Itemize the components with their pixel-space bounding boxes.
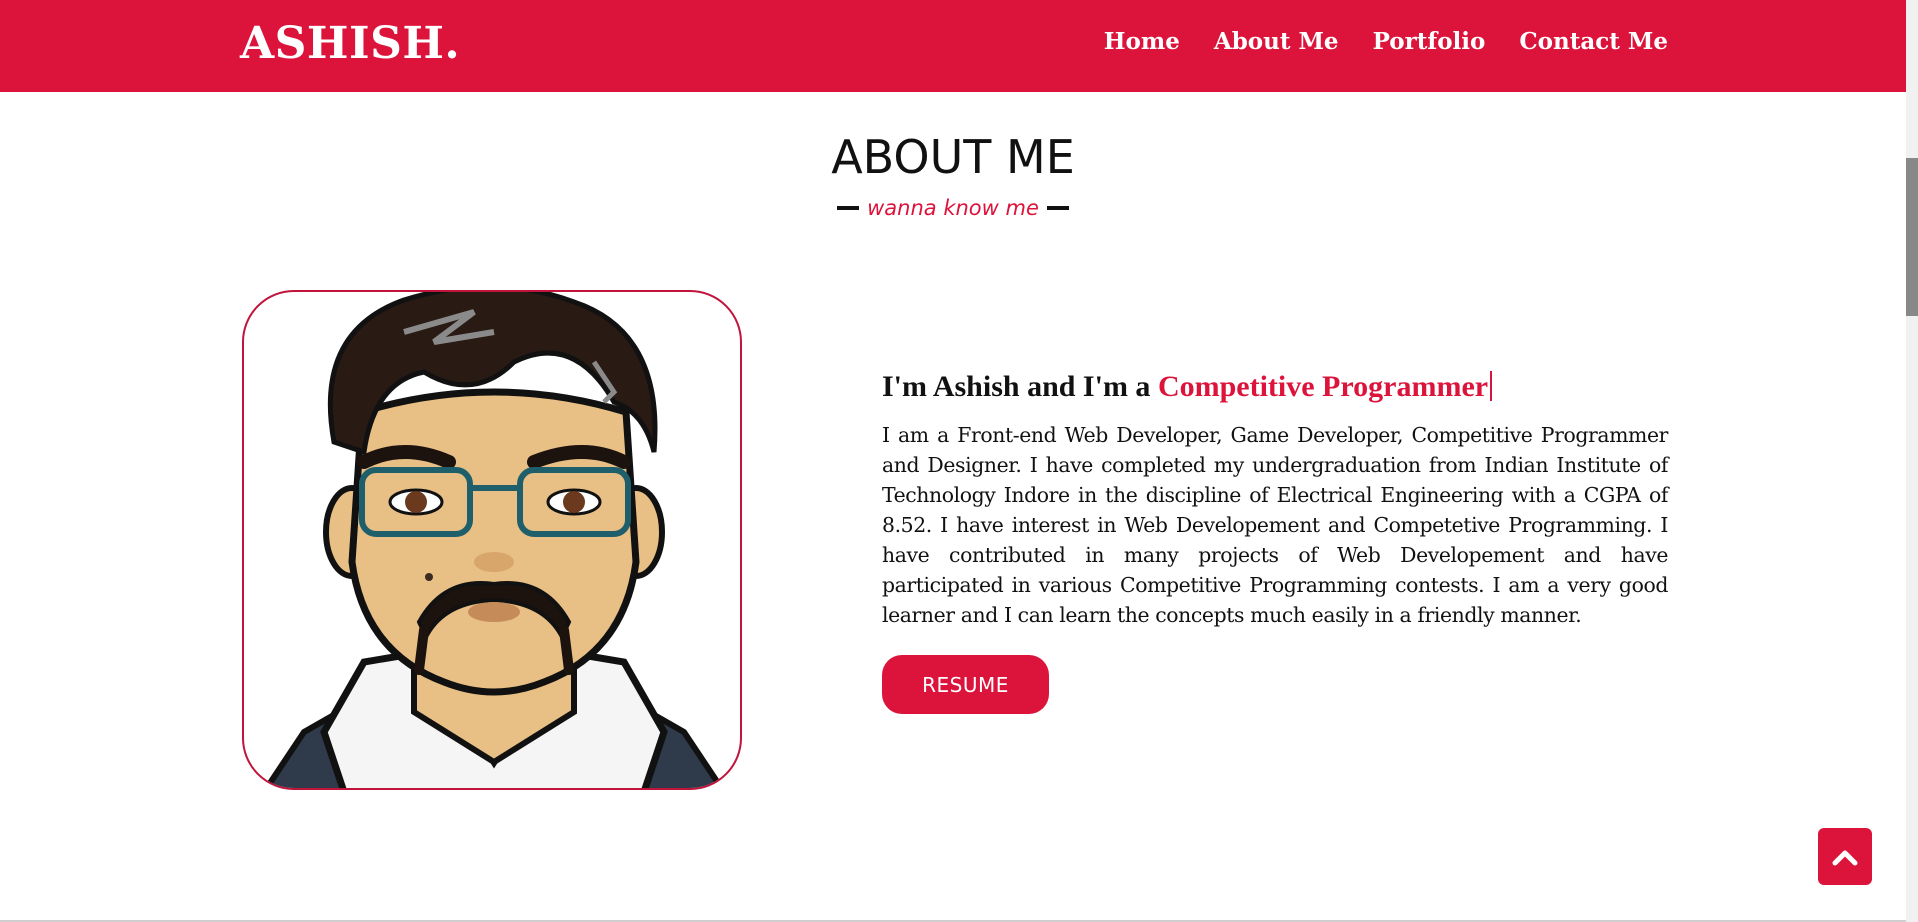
headline: I'm Ashish and I'm a Competitive Program…	[882, 370, 1493, 404]
nav-link-contact-me[interactable]: Contact Me	[1519, 28, 1668, 55]
avatar-image	[242, 290, 742, 790]
navbar: ASHISH. Home About Me Portfolio Contact …	[0, 0, 1906, 92]
headline-role: Competitive Programmer	[1157, 370, 1489, 403]
nav-link-home[interactable]: Home	[1104, 28, 1180, 55]
nav-link-about-me[interactable]: About Me	[1214, 28, 1339, 55]
resume-button[interactable]: RESUME	[882, 655, 1049, 714]
section-subtitle-row: wanna know me	[0, 196, 1906, 220]
bio-paragraph: I am a Front-end Web Developer, Game Dev…	[882, 423, 1668, 627]
subtitle-dash-right	[1046, 206, 1069, 210]
page-scrollbar[interactable]	[1906, 0, 1918, 922]
section-subtitle: wanna know me	[867, 196, 1039, 220]
site-logo[interactable]: ASHISH.	[240, 18, 460, 69]
subtitle-dash-left	[837, 206, 860, 210]
scroll-to-top-button[interactable]	[1818, 828, 1872, 885]
cartoon-avatar-illustration	[263, 292, 725, 788]
scrollbar-thumb[interactable]	[1906, 158, 1918, 316]
chevron-up-icon	[1832, 850, 1858, 865]
main-nav: Home About Me Portfolio Contact Me	[1104, 28, 1668, 55]
typing-cursor	[1490, 371, 1493, 401]
section-title: ABOUT ME	[831, 130, 1075, 184]
headline-prefix: I'm Ashish and I'm a	[882, 370, 1158, 403]
nav-link-portfolio[interactable]: Portfolio	[1373, 28, 1486, 55]
